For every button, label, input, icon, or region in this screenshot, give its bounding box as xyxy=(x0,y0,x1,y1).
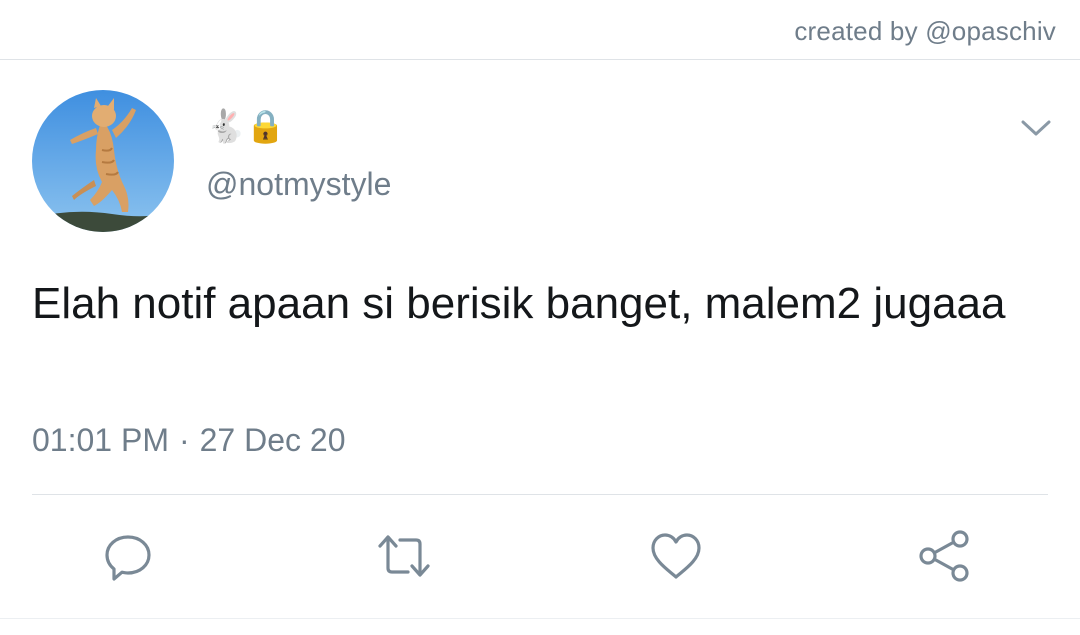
display-name[interactable]: 🐇🔒 xyxy=(206,106,286,146)
tweet-date: 27 Dec 20 xyxy=(199,422,346,458)
like-icon[interactable] xyxy=(648,528,704,584)
user-handle[interactable]: @notmystyle xyxy=(206,166,391,203)
timestamp: 01:01 PM · 27 Dec 20 xyxy=(32,422,346,459)
retweet-icon[interactable] xyxy=(376,528,432,584)
bottom-divider xyxy=(0,618,1080,619)
tweet-time: 01:01 PM xyxy=(32,422,169,458)
divider xyxy=(32,494,1048,495)
share-icon[interactable] xyxy=(916,528,972,584)
timestamp-separator: · xyxy=(178,422,190,458)
tweet-text: Elah notif apaan si berisik banget, male… xyxy=(32,279,1006,328)
tweet-screenshot: created by @opaschiv 🐇🔒 @notmystyle Elah… xyxy=(0,0,1080,635)
chevron-down-icon[interactable] xyxy=(1018,116,1054,140)
avatar-cat-image xyxy=(32,90,174,232)
avatar[interactable] xyxy=(32,90,174,232)
reply-icon[interactable] xyxy=(100,528,156,584)
credit-bar: created by @opaschiv xyxy=(0,0,1080,60)
credit-text: created by @opaschiv xyxy=(794,16,1056,46)
